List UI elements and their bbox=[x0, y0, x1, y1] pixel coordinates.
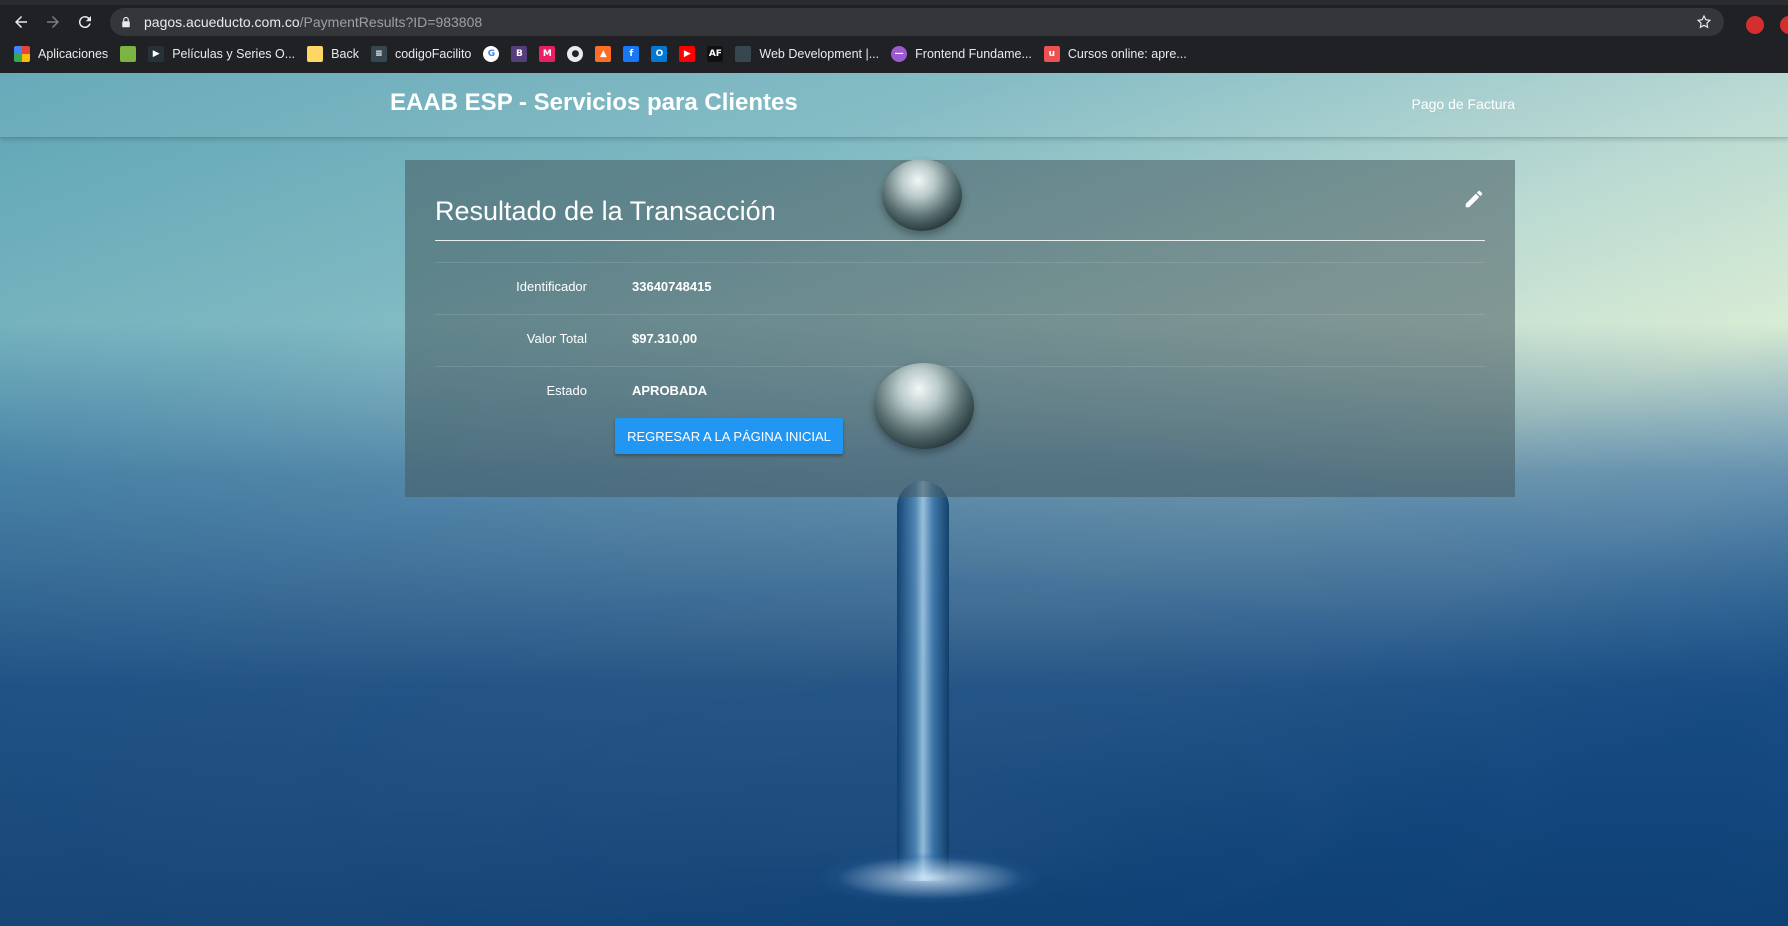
bookmark-item[interactable]: G bbox=[483, 46, 500, 62]
android-icon bbox=[120, 46, 137, 62]
detail-row-identificador: Identificador 33640748415 bbox=[435, 262, 1485, 315]
detail-value: $97.310,00 bbox=[632, 331, 698, 346]
apps-grid-icon bbox=[14, 46, 30, 62]
udemy-icon: u bbox=[1043, 46, 1060, 62]
google-icon: G bbox=[483, 46, 500, 62]
bookmark-label: Películas y Series O... bbox=[172, 47, 296, 61]
return-home-button[interactable]: Regresar a la página inicial bbox=[615, 418, 843, 454]
water-splash-image bbox=[820, 853, 1040, 903]
detail-label: Estado bbox=[546, 383, 587, 398]
back-icon[interactable] bbox=[9, 10, 33, 34]
bookmark-label: Cursos online: apre... bbox=[1067, 47, 1187, 61]
nav-pago-de-factura[interactable]: Pago de Factura bbox=[1411, 96, 1515, 112]
gitlab-icon: ▲ bbox=[595, 46, 612, 62]
folder-icon bbox=[307, 46, 324, 62]
globe-icon bbox=[735, 46, 752, 62]
play-icon: ▶ bbox=[148, 46, 165, 62]
browser-toolbar: pagos.acueducto.com.co/PaymentResults?ID… bbox=[0, 5, 1788, 38]
bookmark-item[interactable]: Back bbox=[307, 46, 359, 62]
card-title: Resultado de la Transacción bbox=[435, 196, 776, 226]
af-icon: AF bbox=[707, 46, 724, 62]
bookmark-item[interactable]: ▶ Películas y Series O... bbox=[148, 46, 295, 62]
bookmark-item[interactable]: — Frontend Fundame... bbox=[891, 46, 1032, 62]
bookmark-label: codigoFacilito bbox=[394, 47, 472, 61]
transaction-result-card: Resultado de la Transacción Identificado… bbox=[405, 160, 1515, 497]
bookmark-label: Web Development |... bbox=[759, 47, 880, 61]
detail-label: Identificador bbox=[516, 279, 587, 294]
bookmark-item[interactable] bbox=[120, 46, 137, 62]
extension-hand-icon[interactable] bbox=[1746, 16, 1764, 34]
url-domain: pagos.acueducto.com.co bbox=[144, 14, 300, 30]
detail-row-valor-total: Valor Total $97.310,00 bbox=[435, 314, 1485, 367]
title-divider bbox=[435, 240, 1485, 241]
bookmark-item[interactable]: f bbox=[623, 46, 640, 62]
youtube-icon: ▶ bbox=[679, 46, 696, 62]
extension-icon[interactable] bbox=[1780, 16, 1788, 34]
url-text: pagos.acueducto.com.co/PaymentResults?ID… bbox=[144, 14, 482, 30]
bookmarks-bar: Aplicaciones ▶ Películas y Series O... Back… bbox=[0, 40, 1788, 68]
bookmark-star-icon[interactable] bbox=[1696, 14, 1712, 30]
code-icon: ≡ bbox=[370, 46, 387, 62]
site-header: EAAB ESP - Servicios para Clientes Pago … bbox=[0, 73, 1788, 138]
water-column-image bbox=[897, 481, 949, 881]
detail-value: APROBADA bbox=[632, 383, 708, 398]
site-brand[interactable]: EAAB ESP - Servicios para Clientes bbox=[390, 89, 798, 117]
bootstrap-icon: B bbox=[511, 46, 528, 62]
page-body: EAAB ESP - Servicios para Clientes Pago … bbox=[0, 73, 1788, 926]
bookmark-item[interactable]: Web Development |... bbox=[735, 46, 879, 62]
bookmark-item[interactable]: ● bbox=[567, 46, 584, 62]
bookmark-item[interactable]: AF bbox=[707, 46, 724, 62]
forward-icon[interactable] bbox=[41, 10, 65, 34]
bookmark-item[interactable]: Aplicaciones bbox=[14, 46, 108, 62]
circle-icon: — bbox=[891, 46, 908, 62]
browser-chrome: pagos.acueducto.com.co/PaymentResults?ID… bbox=[0, 0, 1788, 73]
detail-value: 33640748415 bbox=[632, 279, 712, 294]
bookmark-item[interactable]: ≡ codigoFacilito bbox=[370, 46, 472, 62]
bookmark-item[interactable]: ▶ bbox=[679, 46, 696, 62]
facebook-icon: f bbox=[623, 46, 640, 62]
detail-label: Valor Total bbox=[526, 331, 587, 346]
outlook-icon: O bbox=[651, 46, 668, 62]
bookmark-label: Aplicaciones bbox=[38, 47, 109, 61]
bookmark-item[interactable]: B bbox=[511, 46, 528, 62]
bookmark-label: Frontend Fundame... bbox=[915, 47, 1032, 61]
bookmark-item[interactable]: u Cursos online: apre... bbox=[1043, 46, 1187, 62]
address-bar[interactable]: pagos.acueducto.com.co/PaymentResults?ID… bbox=[110, 8, 1724, 36]
bookmark-item[interactable]: O bbox=[651, 46, 668, 62]
lock-icon bbox=[120, 15, 134, 29]
bookmark-item[interactable]: M bbox=[539, 46, 556, 62]
water-drop-image bbox=[874, 363, 974, 449]
bookmark-item[interactable]: ▲ bbox=[595, 46, 612, 62]
reload-icon[interactable] bbox=[73, 10, 97, 34]
url-path: /PaymentResults?ID=983808 bbox=[299, 14, 483, 30]
m-icon: M bbox=[539, 46, 556, 62]
water-drop-image bbox=[882, 159, 962, 231]
pencil-icon[interactable] bbox=[1463, 188, 1485, 210]
bookmark-label: Back bbox=[331, 47, 359, 61]
github-icon: ● bbox=[567, 46, 584, 62]
